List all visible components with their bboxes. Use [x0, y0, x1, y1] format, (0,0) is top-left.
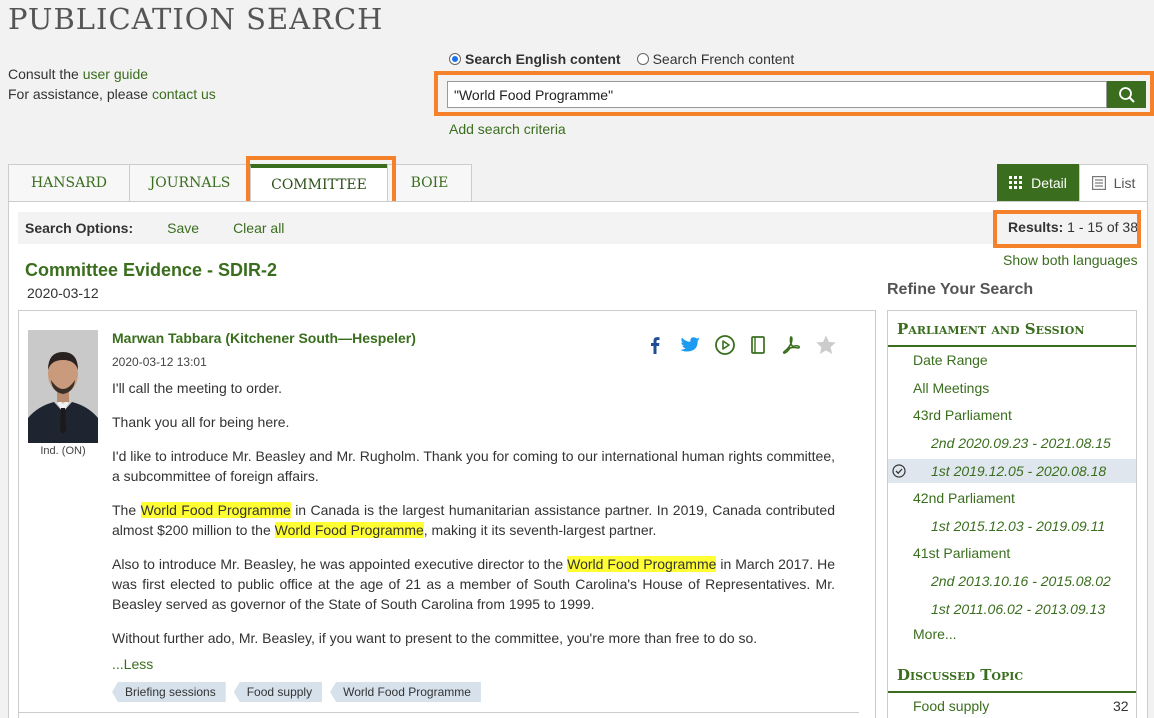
radio-french-label: Search French content [652, 51, 795, 67]
favorite-star-icon[interactable] [814, 334, 838, 356]
search-options-label: Search Options: [25, 220, 134, 236]
detail-view-button[interactable]: Detail [997, 164, 1079, 202]
facet-41st-parliament[interactable]: 41st Parliament [913, 545, 1010, 561]
list-label: List [1113, 175, 1136, 191]
facet-more-link[interactable]: More... [913, 626, 957, 642]
result-divider [18, 712, 859, 713]
grid-icon [1009, 176, 1023, 189]
detail-label: Detail [1031, 175, 1067, 191]
refine-title: Refine Your Search [887, 281, 1034, 298]
facet-41-session-2[interactable]: 2nd 2013.10.16 - 2015.08.02 [931, 573, 1111, 589]
search-button[interactable] [1107, 81, 1146, 108]
view-toggle: Detail List [997, 164, 1148, 202]
save-search-link[interactable]: Save [167, 220, 199, 236]
content-tabs: HANSARD JOURNALS COMMITTEE BOIE [8, 164, 472, 201]
bookmark-book-icon[interactable] [748, 334, 768, 356]
results-highlight-box [993, 210, 1141, 248]
facet-rule [888, 345, 1136, 347]
topic-tag[interactable]: World Food Programme [330, 682, 481, 702]
facet-42nd-parliament[interactable]: 42nd Parliament [913, 490, 1015, 506]
tab-boie[interactable]: BOIE [387, 164, 472, 201]
search-input[interactable] [447, 81, 1107, 108]
help-prefix-contact: For assistance, please [8, 86, 152, 102]
help-prefix-guide: Consult the [8, 66, 83, 82]
speech-paragraph: The World Food Programme in Canada is th… [112, 500, 835, 540]
speech-paragraph: I'll call the meeting to order. [112, 380, 282, 396]
page-title: PUBLICATION SEARCH [8, 2, 384, 36]
text-run: The [112, 502, 141, 518]
radio-english[interactable]: Search English content [449, 51, 621, 67]
help-text: Consult the user guide For assistance, p… [8, 64, 216, 104]
search-hit: World Food Programme [567, 556, 717, 572]
speaker-photo [28, 330, 98, 443]
radio-english-label: Search English content [465, 51, 621, 67]
radio-french[interactable]: Search French content [636, 51, 795, 67]
list-icon [1091, 176, 1106, 190]
result-date: 2020-03-12 [27, 285, 99, 301]
show-both-languages-link[interactable]: Show both languages [1003, 252, 1138, 268]
play-video-icon[interactable] [714, 334, 736, 356]
show-less-link[interactable]: ...Less [112, 656, 153, 672]
facet-count: 32 [1113, 698, 1129, 714]
search-hit: World Food Programme [274, 522, 424, 538]
radio-english-dot[interactable] [449, 53, 461, 65]
speech-paragraph: I'd like to introduce Mr. Beasley and Mr… [112, 448, 835, 484]
clear-all-link[interactable]: Clear all [233, 220, 284, 236]
facet-topic-food-supply[interactable]: Food supply [913, 698, 989, 714]
topic-tag[interactable]: Food supply [233, 682, 323, 702]
check-circle-icon [892, 464, 906, 478]
text-run: Also to introduce Mr. Beasley, he was ap… [112, 556, 568, 572]
facet-all-meetings[interactable]: All Meetings [913, 380, 989, 396]
pdf-icon[interactable] [780, 334, 802, 356]
speech-paragraph: Without further ado, Mr. Beasley, if you… [112, 630, 758, 646]
facet-rule [888, 691, 1136, 693]
facet-43-session-2[interactable]: 2nd 2020.09.23 - 2021.08.15 [931, 435, 1111, 451]
facet-43-session-1[interactable]: 1st 2019.12.05 - 2020.08.18 [931, 463, 1106, 479]
speaker-name[interactable]: Marwan Tabbara (Kitchener South—Hespeler… [112, 330, 416, 346]
facet-43rd-parliament[interactable]: 43rd Parliament [913, 407, 1012, 423]
contact-us-link[interactable]: contact us [152, 86, 216, 102]
result-title[interactable]: Committee Evidence - SDIR-2 [25, 260, 277, 281]
facet-41-session-1[interactable]: 1st 2011.06.02 - 2013.09.13 [931, 601, 1105, 617]
facet-date-range[interactable]: Date Range [913, 352, 988, 368]
speech-text: I'll call the meeting to order. Thank yo… [112, 378, 835, 662]
speaker-portrait [28, 330, 98, 443]
parliament-session-heading: Parliament and Session [897, 320, 1085, 338]
refine-facet-panel [887, 310, 1137, 718]
tab-journals[interactable]: JOURNALS [129, 164, 251, 201]
speech-paragraph: Thank you all for being here. [112, 414, 290, 430]
facet-42-session-1[interactable]: 1st 2015.12.03 - 2019.09.11 [931, 518, 1105, 534]
language-radio-group: Search English content Search French con… [449, 51, 806, 67]
speaker-affiliation: Ind. (ON) [40, 445, 86, 457]
add-search-criteria-link[interactable]: Add search criteria [449, 121, 566, 137]
search-icon [1118, 86, 1135, 103]
twitter-icon[interactable] [678, 334, 702, 356]
radio-french-dot[interactable] [636, 53, 649, 65]
speech-paragraph: Also to introduce Mr. Beasley, he was ap… [112, 554, 835, 614]
search-hit: World Food Programme [140, 502, 291, 518]
search-options-bar: Search Options: Save Clear all [18, 212, 1139, 244]
discussed-topic-heading: Discussed Topic [897, 666, 1024, 684]
facebook-icon[interactable] [644, 334, 666, 356]
list-view-button[interactable]: List [1079, 164, 1148, 202]
topic-tag[interactable]: Briefing sessions [112, 682, 226, 702]
share-toolbar [644, 334, 838, 356]
topic-tags: Briefing sessions Food supply World Food… [112, 682, 481, 702]
tab-hansard[interactable]: HANSARD [8, 164, 130, 201]
speech-timestamp: 2020-03-12 13:01 [112, 355, 207, 369]
text-run: , making it its seventh-largest partner. [423, 522, 657, 538]
user-guide-link[interactable]: user guide [83, 66, 148, 82]
